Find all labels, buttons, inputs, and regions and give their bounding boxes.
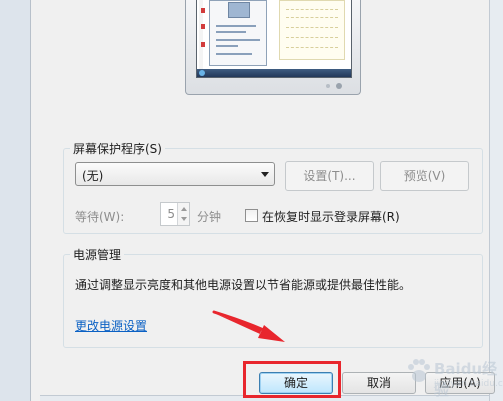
window-right-frame <box>489 0 503 401</box>
screensaver-group: 屏幕保护程序(S) (无) 设置(T)... 预览(V) 等待(W): 5 分钟… <box>63 140 483 234</box>
power-description: 通过调整显示亮度和其他电源设置以节省能源或提供最佳性能。 <box>75 278 412 292</box>
monitor-preview-screen <box>196 0 352 78</box>
wait-label: 等待(W): <box>75 210 125 224</box>
watermark-subtext: jingyan.baidu.com <box>434 379 503 389</box>
screensaver-preview-monitor <box>185 0 361 95</box>
spin-down-icon[interactable] <box>181 217 187 221</box>
screensaver-select[interactable]: (无) <box>75 162 275 186</box>
baidu-watermark: Baidu经验 jingyan.baidu.com <box>404 352 503 399</box>
dropdown-arrow-icon <box>261 172 269 177</box>
paw-logo-icon <box>408 359 430 382</box>
power-management-group: 电源管理 通过调整显示亮度和其他电源设置以节省能源或提供最佳性能。 更改电源设置 <box>63 246 483 348</box>
screensaver-selected-value: (无) <box>82 169 104 183</box>
wait-minutes-value: 5 <box>167 207 175 221</box>
monitor-bezel <box>185 0 361 95</box>
screensaver-group-title: 屏幕保护程序(S) <box>70 140 165 157</box>
power-group-title: 电源管理 <box>70 246 125 263</box>
resume-logon-label[interactable]: 在恢复时显示登录屏幕(R) <box>262 208 400 225</box>
preview-mini-document <box>279 0 345 60</box>
ok-highlight-box <box>243 361 341 398</box>
screensaver-settings-button[interactable]: 设置(T)... <box>285 161 374 191</box>
monitor-power-led-icon <box>336 83 342 89</box>
monitor-button-icon <box>326 84 330 88</box>
wait-minutes-spinner[interactable]: 5 <box>160 202 190 226</box>
minute-unit-label: 分钟 <box>197 210 222 224</box>
spin-up-icon[interactable] <box>181 207 187 211</box>
preview-mini-window <box>209 0 267 66</box>
change-power-settings-link[interactable]: 更改电源设置 <box>75 317 147 334</box>
window-left-frame <box>0 0 40 401</box>
screensaver-preview-button[interactable]: 预览(V) <box>380 161 469 191</box>
resume-logon-checkbox[interactable] <box>245 209 258 222</box>
preview-taskbar <box>197 69 351 77</box>
